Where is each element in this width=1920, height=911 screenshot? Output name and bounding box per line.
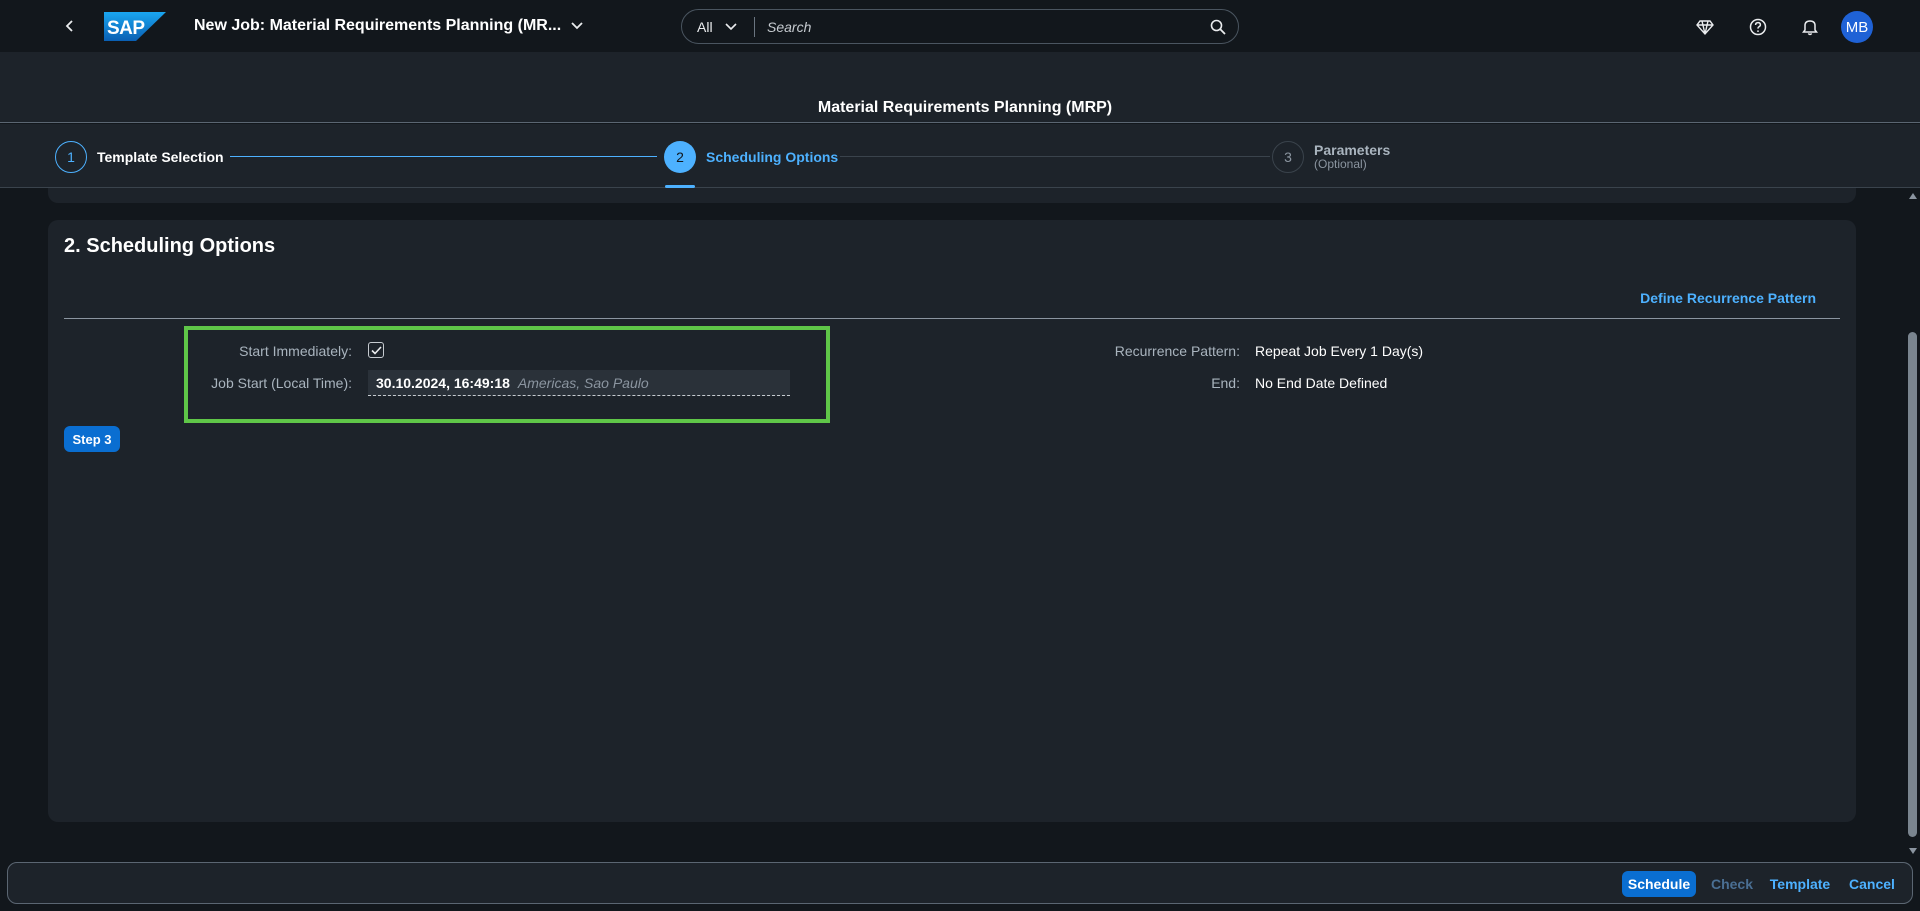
back-button[interactable] — [56, 12, 84, 40]
end-value: No End Date Defined — [1255, 375, 1388, 391]
scroll-up-arrow[interactable] — [1909, 193, 1917, 199]
footer-toolbar: Schedule Check Template Cancel — [7, 862, 1913, 904]
wizard-step-template-selection[interactable]: 1 Template Selection — [55, 141, 224, 173]
define-recurrence-pattern-link[interactable]: Define Recurrence Pattern — [1640, 290, 1816, 306]
wizard-step-parameters[interactable]: 3 Parameters (Optional) — [1272, 141, 1390, 173]
diamond-icon — [1696, 20, 1714, 36]
job-start-timezone: Americas, Sao Paulo — [517, 374, 649, 391]
previous-section — [48, 188, 1856, 203]
scroll-down-arrow[interactable] — [1909, 848, 1917, 854]
step-sublabel: (Optional) — [1314, 157, 1367, 171]
recurrence-pattern-value: Repeat Job Every 1 Day(s) — [1255, 343, 1424, 359]
bell-icon — [1802, 20, 1818, 36]
chevron-down-icon — [571, 22, 583, 30]
recurrence-pattern-label: Recurrence Pattern: — [1114, 343, 1240, 359]
shell-bar: SAP New Job: Material Requirements Plann… — [0, 0, 1920, 52]
step-connector-2 — [840, 156, 1270, 157]
scroll-thumb[interactable] — [1908, 332, 1917, 837]
search-icon — [1210, 19, 1226, 35]
help-icon — [1749, 18, 1767, 36]
step-text: Parameters (Optional) — [1314, 143, 1390, 171]
search-bar: All — [681, 9, 1239, 44]
search-scope-select[interactable]: All — [682, 10, 754, 43]
user-avatar[interactable]: MB — [1841, 11, 1873, 43]
step-label: Parameters — [1314, 142, 1391, 158]
end-label: End: — [1211, 375, 1240, 391]
job-start-value: 30.10.2024, 16:49:18 — [376, 374, 510, 391]
help-button[interactable] — [1743, 12, 1773, 42]
sap-logo[interactable]: SAP — [104, 12, 166, 41]
job-start-label: Job Start (Local Time): — [211, 375, 352, 391]
start-immediately-checkbox[interactable] — [368, 342, 384, 358]
step-3-button[interactable]: Step 3 — [64, 426, 120, 452]
step-number: 1 — [55, 141, 87, 173]
joule-button[interactable] — [1690, 12, 1720, 42]
page-title: Material Requirements Planning (MRP) — [817, 99, 1113, 116]
object-page-header: Material Requirements Planning (MRP) — [0, 52, 1920, 123]
search-input[interactable] — [755, 10, 1198, 43]
start-immediately-label: Start Immediately: — [239, 343, 352, 359]
app-title: New Job: Material Requirements Planning … — [194, 17, 562, 34]
notifications-button[interactable] — [1795, 12, 1825, 42]
cancel-button[interactable]: Cancel — [1844, 871, 1900, 897]
chevron-down-icon — [724, 22, 737, 30]
section-divider — [64, 318, 1840, 319]
template-button[interactable]: Template — [1766, 871, 1834, 897]
search-button[interactable] — [1198, 10, 1238, 43]
job-start-datetime-field[interactable]: 30.10.2024, 16:49:18 Americas, Sao Paulo — [368, 370, 790, 396]
app-title-menu[interactable]: New Job: Material Requirements Planning … — [194, 16, 583, 36]
wizard-progress: 1 Template Selection 2 Scheduling Option… — [0, 124, 1920, 188]
schedule-button[interactable]: Schedule — [1622, 871, 1696, 897]
wizard-step-scheduling-options[interactable]: 2 Scheduling Options — [664, 141, 838, 173]
checkmark-icon — [370, 345, 382, 355]
step-label: Scheduling Options — [706, 149, 839, 165]
chevron-left-icon — [65, 20, 73, 32]
step-label: Template Selection — [97, 149, 224, 165]
section-title: 2. Scheduling Options — [64, 235, 276, 257]
step-number: 3 — [1272, 141, 1304, 173]
search-scope-label: All — [697, 18, 713, 35]
check-button[interactable]: Check — [1708, 871, 1756, 897]
step-number: 2 — [664, 141, 696, 173]
step-connector-1 — [230, 156, 657, 157]
scheduling-options-section: 2. Scheduling Options Define Recurrence … — [48, 220, 1856, 822]
vertical-scrollbar[interactable] — [1905, 188, 1920, 858]
svg-text:SAP: SAP — [107, 18, 145, 39]
